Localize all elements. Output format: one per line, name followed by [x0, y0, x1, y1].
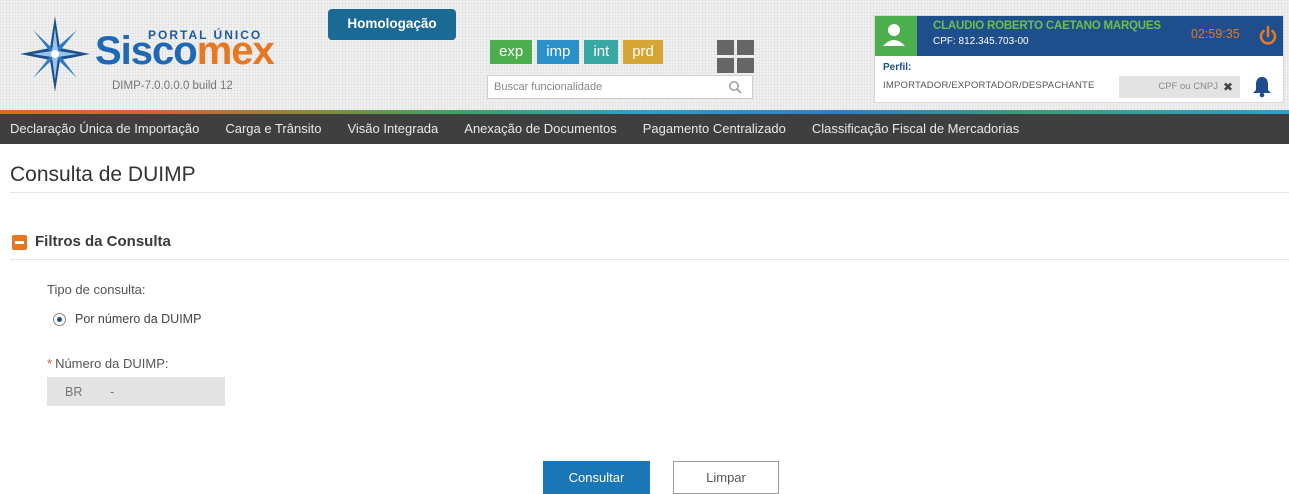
search-box: [487, 75, 753, 99]
session-timer: 02:59:35: [1191, 27, 1240, 41]
cpf-cnpj-field[interactable]: CPF ou CNPJ ✖: [1119, 76, 1240, 98]
numero-duimp-input[interactable]: [47, 377, 225, 406]
perfil-value[interactable]: IMPORTADOR/EXPORTADOR/DESPACHANTE: [883, 80, 1095, 91]
nav-item-visao-integrada[interactable]: Visão Integrada: [334, 114, 451, 144]
bell-icon[interactable]: [1251, 74, 1273, 98]
logout-button[interactable]: [1253, 16, 1283, 56]
search-icon[interactable]: [728, 80, 742, 94]
user-cpf: CPF: 812.345.703-00: [933, 36, 1029, 47]
brand-part1: Sisco: [95, 29, 198, 73]
clear-icon[interactable]: ✖: [1223, 76, 1233, 98]
search-input[interactable]: [488, 76, 718, 98]
tipo-consulta-label: Tipo de consulta:: [47, 282, 146, 297]
env-tab-exp[interactable]: exp: [490, 40, 533, 64]
required-mark: *: [47, 356, 53, 371]
version-label: DIMP-7.0.0.0.0 build 12: [112, 80, 233, 92]
collapse-minus-icon[interactable]: [12, 235, 27, 250]
grid-cell: [717, 58, 734, 73]
avatar[interactable]: [875, 16, 925, 56]
user-panel: CLAUDIO ROBERTO CAETANO MARQUES CPF: 812…: [874, 15, 1284, 103]
cpf-cnpj-placeholder: CPF ou CNPJ: [1158, 81, 1218, 92]
divider: [10, 192, 1289, 193]
user-info-bar: CLAUDIO ROBERTO CAETANO MARQUES CPF: 812…: [875, 16, 1283, 56]
numero-duimp-label-text: Número da DUIMP:: [55, 356, 169, 371]
main-navigation: Declaração Única de Importação Carga e T…: [0, 114, 1289, 144]
nav-item-duimp[interactable]: Declaração Única de Importação: [0, 114, 212, 144]
siscomex-star-logo-icon: [20, 16, 90, 92]
grid-cell: [737, 58, 754, 73]
environment-tabs: exp imp int prd: [490, 40, 663, 64]
perfil-label: Perfil:: [883, 62, 912, 73]
env-tab-prd[interactable]: prd: [623, 40, 663, 64]
env-tab-int[interactable]: int: [584, 40, 619, 64]
limpar-button[interactable]: Limpar: [673, 461, 779, 494]
filters-title: Filtros da Consulta: [35, 233, 171, 250]
grid-cell: [717, 40, 734, 55]
divider: [10, 259, 1289, 260]
numero-duimp-label: * Número da DUIMP:: [47, 356, 168, 371]
environment-badge: Homologação: [328, 9, 456, 40]
nav-item-classificacao-fiscal[interactable]: Classificação Fiscal de Mercadorias: [799, 114, 1032, 144]
brand-part2: mex: [196, 29, 275, 73]
siscomex-wordmark[interactable]: Siscomex: [95, 29, 275, 73]
power-icon: [1259, 25, 1277, 45]
nav-item-carga-transito[interactable]: Carga e Trânsito: [212, 114, 334, 144]
nav-item-pagamento-centralizado[interactable]: Pagamento Centralizado: [630, 114, 799, 144]
radio-button[interactable]: [53, 312, 66, 326]
user-name: CLAUDIO ROBERTO CAETANO MARQUES: [933, 20, 1161, 32]
radio-label[interactable]: Por número da DUIMP: [75, 312, 201, 326]
consultar-button[interactable]: Consultar: [543, 461, 650, 494]
radio-por-numero[interactable]: Por número da DUIMP: [53, 310, 201, 328]
env-tab-imp[interactable]: imp: [537, 40, 580, 64]
header: PORTAL ÚNICO Siscomex DIMP-7.0.0.0.0 bui…: [0, 0, 1289, 112]
user-avatar-icon: [883, 24, 925, 46]
apps-grid-icon[interactable]: [717, 40, 754, 74]
grid-cell: [737, 40, 754, 55]
page-title: Consulta de DUIMP: [10, 163, 196, 186]
nav-item-anexacao-documentos[interactable]: Anexação de Documentos: [451, 114, 629, 144]
